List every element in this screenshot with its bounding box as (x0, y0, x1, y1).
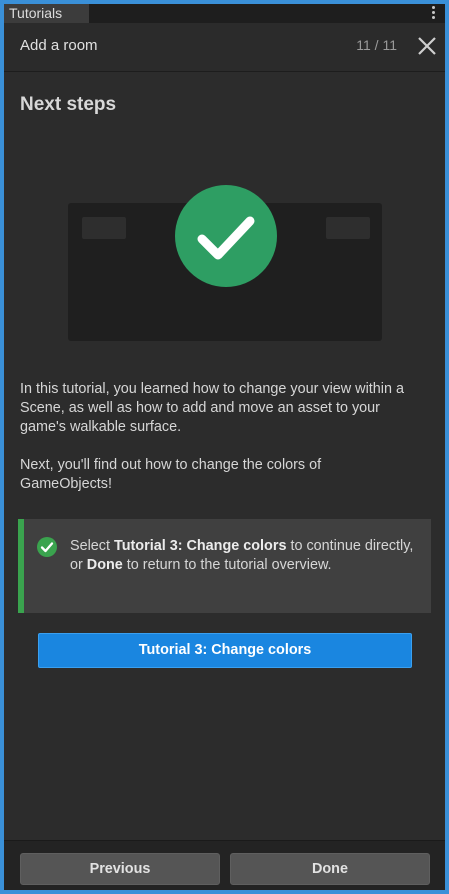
tutorial-header: Add a room 11 / 11 (4, 23, 445, 72)
page-heading: Next steps (20, 94, 117, 115)
illustration-panel-right (326, 217, 370, 239)
tab-strip: Tutorials (4, 4, 445, 23)
previous-button[interactable]: Previous (20, 853, 220, 885)
callout-bold-done: Done (86, 557, 123, 573)
checkmark-circle-icon (174, 184, 278, 288)
instruction-callout: Select Tutorial 3: Change colors to cont… (18, 519, 431, 613)
done-button[interactable]: Done (230, 853, 430, 885)
check-circle-icon (37, 537, 57, 557)
page-counter: 11 / 11 (356, 37, 397, 53)
tutorial-content: Next steps In this tutorial, you learned… (4, 72, 445, 840)
tutorial-title: Add a room (20, 37, 98, 54)
tutorials-window: Tutorials Add a room 11 / 11 Next steps … (4, 4, 445, 890)
close-icon[interactable] (415, 34, 439, 58)
footer-bar: Previous Done (4, 840, 445, 890)
callout-bold-tutorial: Tutorial 3: Change colors (114, 538, 287, 554)
callout-text: Select Tutorial 3: Change colors to cont… (70, 537, 420, 575)
illustration-panel-left (82, 217, 126, 239)
kebab-menu-icon[interactable] (431, 5, 435, 21)
callout-text-before: Select (70, 538, 114, 554)
callout-text-after: to return to the tutorial overview. (122, 557, 332, 573)
next-tutorial-button[interactable]: Tutorial 3: Change colors (38, 633, 412, 668)
summary-paragraph: In this tutorial, you learned how to cha… (20, 381, 404, 435)
next-paragraph: Next, you'll find out how to change the … (20, 457, 322, 492)
tab-tutorials[interactable]: Tutorials (4, 4, 89, 23)
